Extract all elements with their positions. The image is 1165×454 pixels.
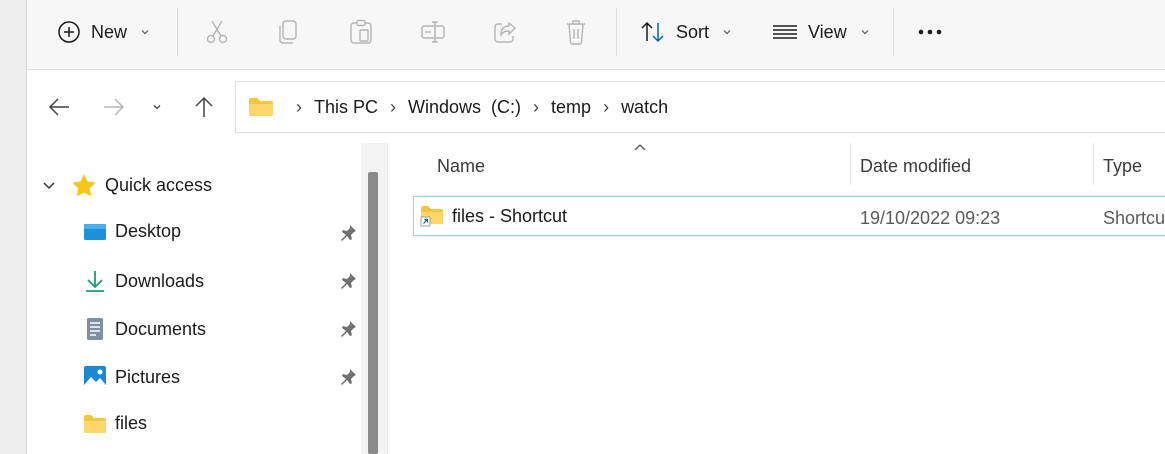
- new-button[interactable]: New: [57, 13, 151, 51]
- chevron-down-icon: [153, 105, 161, 110]
- new-label: New: [91, 21, 128, 42]
- sidebar-item-label: files: [115, 413, 148, 433]
- copy-button[interactable]: [277, 13, 299, 51]
- forward-button[interactable]: [99, 92, 129, 122]
- sidebar-item-downloads[interactable]: Downloads: [83, 269, 204, 293]
- chevron-down-icon: [861, 30, 869, 35]
- folder-icon: [249, 98, 273, 116]
- toolbar-separator: [616, 8, 617, 56]
- more-options-button[interactable]: [917, 13, 943, 51]
- chevron-right-icon[interactable]: ›: [603, 97, 609, 118]
- back-button[interactable]: [44, 92, 74, 122]
- sidebar-item-label: Documents: [115, 318, 207, 339]
- desktop-icon: [84, 223, 106, 240]
- arrow-right-icon: [104, 98, 125, 116]
- chevron-right-icon[interactable]: ›: [296, 97, 302, 118]
- sort-ascending-icon: [634, 144, 646, 151]
- column-header-type[interactable]: Type: [1103, 156, 1142, 177]
- share-button[interactable]: [493, 13, 517, 51]
- address-bar[interactable]: › This PC › Windows (C:) › temp › watch: [235, 81, 1165, 133]
- trash-icon: [567, 20, 585, 45]
- paste-button[interactable]: [349, 13, 373, 51]
- folder-icon: [84, 414, 106, 433]
- pane-divider[interactable]: [387, 143, 388, 454]
- star-icon: [72, 174, 96, 197]
- sidebar-quick-access[interactable]: Quick access: [41, 173, 212, 197]
- plus-circle-icon: [58, 21, 80, 43]
- pictures-icon: [84, 366, 106, 388]
- sort-button[interactable]: Sort: [640, 13, 733, 51]
- sidebar-item-files[interactable]: files: [83, 413, 147, 434]
- column-divider[interactable]: [1093, 143, 1094, 185]
- pin-icon[interactable]: [339, 320, 357, 338]
- delete-button[interactable]: [565, 13, 587, 51]
- toolbar-separator: [893, 8, 894, 56]
- rename-button[interactable]: [420, 13, 446, 51]
- share-icon: [494, 21, 517, 43]
- column-divider[interactable]: [850, 143, 851, 185]
- breadcrumb-watch[interactable]: watch: [621, 97, 668, 118]
- document-icon: [87, 318, 103, 340]
- file-name: files - Shortcut: [452, 205, 568, 226]
- chevron-right-icon[interactable]: ›: [533, 97, 539, 118]
- view-button[interactable]: View: [772, 13, 871, 51]
- folder-shortcut-icon: [420, 206, 443, 227]
- chevron-right-icon[interactable]: ›: [390, 97, 396, 118]
- list-view-icon: [773, 25, 797, 39]
- command-bar: New Sort View: [27, 0, 1165, 70]
- view-label: View: [808, 21, 847, 42]
- sidebar-item-label: Downloads: [115, 270, 205, 291]
- pin-icon[interactable]: [339, 272, 357, 290]
- chevron-down-icon: [723, 30, 731, 35]
- more-icon: [918, 29, 942, 35]
- clipboard-icon: [350, 19, 372, 44]
- arrow-up-icon: [195, 96, 213, 117]
- column-header-date-modified[interactable]: Date modified: [860, 156, 971, 177]
- sidebar-item-label: Pictures: [115, 366, 181, 387]
- column-header-name[interactable]: Name: [437, 156, 485, 177]
- sidebar-item-documents[interactable]: Documents: [83, 317, 206, 341]
- up-button[interactable]: [189, 92, 219, 122]
- recent-locations-button[interactable]: [142, 92, 172, 122]
- scissors-icon: [206, 20, 228, 44]
- sort-label: Sort: [676, 21, 710, 42]
- chevron-down-icon[interactable]: [41, 177, 57, 193]
- sidebar-item-label: Desktop: [115, 221, 182, 241]
- left-edge: [0, 0, 27, 454]
- chevron-down-icon: [141, 30, 149, 35]
- quick-access-label: Quick access: [105, 174, 213, 195]
- file-date-modified: 19/10/2022 09:23: [860, 208, 1001, 228]
- copy-icon: [279, 20, 297, 44]
- sidebar-item-pictures[interactable]: Pictures: [83, 365, 180, 389]
- arrow-left-icon: [48, 98, 69, 116]
- breadcrumb-temp[interactable]: temp: [551, 97, 591, 118]
- file-row[interactable]: files - Shortcut 19/10/2022 09:23 Shortc…: [413, 196, 1165, 236]
- cut-button[interactable]: [205, 13, 229, 51]
- pin-icon[interactable]: [339, 368, 357, 386]
- sort-arrows-icon: [641, 21, 664, 43]
- breadcrumb-windows-c[interactable]: Windows (C:): [408, 97, 521, 118]
- file-explorer-window: New Sort View › This PC › Windows (C:) ›…: [27, 0, 1165, 454]
- download-icon: [86, 271, 104, 292]
- rename-icon: [421, 21, 445, 43]
- sidebar-item-desktop[interactable]: Desktop: [83, 221, 181, 242]
- pin-icon[interactable]: [339, 224, 357, 242]
- toolbar-separator: [177, 8, 178, 56]
- breadcrumb-this-pc[interactable]: This PC: [314, 97, 378, 118]
- file-type: Shortcut: [1103, 208, 1165, 228]
- file-name-cell[interactable]: files - Shortcut: [420, 205, 567, 227]
- sidebar-scrollbar-thumb[interactable]: [368, 172, 378, 454]
